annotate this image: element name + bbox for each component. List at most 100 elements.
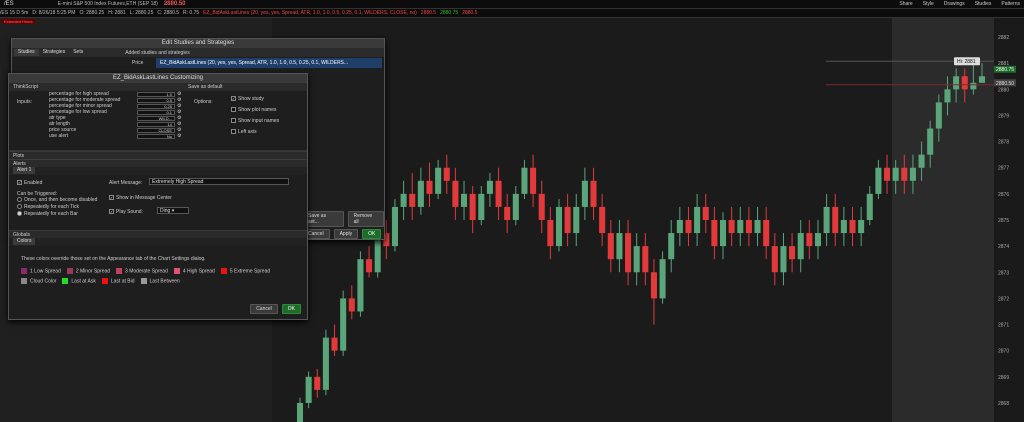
studies-button[interactable]: Studies xyxy=(975,1,992,7)
colors-tab[interactable]: Colors xyxy=(13,238,36,245)
alert-1-tab[interactable]: Alert 1 xyxy=(13,167,36,174)
candle-body xyxy=(789,246,796,260)
last-price-label: 2880.50 xyxy=(996,81,1014,87)
colors-note: These colors override those set on the A… xyxy=(21,256,206,262)
enabled-checkbox[interactable]: ✓ Enabled xyxy=(17,180,42,186)
candle-body xyxy=(443,167,450,181)
candle-body xyxy=(581,180,588,207)
play-sound-checkbox[interactable]: ✓ Play Sound: xyxy=(109,209,143,215)
remove-all-button[interactable]: Remove all xyxy=(347,211,384,227)
thinkscript-link[interactable]: ThinkScript xyxy=(13,84,38,90)
y-tick-label: 2880 xyxy=(998,87,1009,93)
swatch-label: 3 Moderate Spread xyxy=(125,268,168,275)
candle-body xyxy=(970,82,977,90)
color-swatch-item[interactable]: Last at Bid xyxy=(101,278,135,285)
plots-section[interactable]: Plots xyxy=(9,151,307,159)
candle-body xyxy=(417,180,424,207)
input-value-field[interactable]: 14 xyxy=(137,121,175,127)
save-as-default-link[interactable]: Save as default xyxy=(188,84,222,90)
input-value-field[interactable]: 1.0 xyxy=(137,91,175,97)
tab-sets[interactable]: Sets xyxy=(69,49,88,56)
alerts-section[interactable]: Alerts xyxy=(9,159,307,167)
candle-body xyxy=(555,206,563,247)
alert-message-input[interactable]: Extremely High Spread xyxy=(149,178,289,185)
input-name: use alert xyxy=(49,133,69,139)
candle-body xyxy=(305,376,312,403)
color-swatch-item[interactable]: Last at Ask xyxy=(62,278,96,285)
trigger-bar-radio[interactable]: Repeatedly for each Bar xyxy=(17,211,78,217)
candle-body xyxy=(875,167,882,194)
color-swatch xyxy=(173,268,180,274)
candle-body xyxy=(521,167,528,194)
candle-body xyxy=(737,220,744,234)
candle-body xyxy=(469,193,476,220)
color-swatch xyxy=(140,278,147,285)
y-tick-label: 2868 xyxy=(998,401,1009,407)
option-checkbox[interactable]: Show input names xyxy=(231,118,279,129)
swatch-label: 2 Minor Spread xyxy=(75,268,111,275)
price-label: Price xyxy=(132,60,144,66)
trigger-tick-radio[interactable]: Repeatedly for each Tick xyxy=(17,204,79,210)
input-value-field[interactable]: 0.1 xyxy=(137,109,175,115)
tab-strategies[interactable]: Strategies xyxy=(38,49,70,56)
candle-body xyxy=(832,206,839,234)
color-swatch-item[interactable]: 1 Low Spread xyxy=(21,268,61,274)
save-as-set-button[interactable]: Save as set... xyxy=(302,211,344,227)
color-swatch-item[interactable]: 4 High Spread xyxy=(173,268,215,275)
studies-ok-button[interactable]: OK xyxy=(362,229,382,239)
candle-body xyxy=(944,89,951,103)
color-swatch xyxy=(62,278,69,285)
color-swatch-item[interactable]: 2 Minor Spread xyxy=(66,268,111,275)
option-checkbox[interactable]: Show plot names xyxy=(231,107,279,118)
color-swatch xyxy=(220,268,227,274)
candle-body xyxy=(599,206,606,234)
color-swatch-item[interactable]: Cloud Color xyxy=(21,278,56,285)
globals-section[interactable]: Globals xyxy=(9,230,307,238)
color-swatch-item[interactable]: Last Between xyxy=(140,278,180,285)
share-button[interactable]: Share xyxy=(899,1,912,7)
swatch-label: 5 Extreme Spread xyxy=(229,268,271,275)
study-value-3: 2880.5 xyxy=(462,10,478,16)
option-checkbox[interactable]: Left axis xyxy=(231,129,279,140)
candle-body xyxy=(935,102,942,129)
candle-body xyxy=(849,220,856,234)
color-swatch-item[interactable]: 5 Extreme Spread xyxy=(220,268,271,275)
candle-body xyxy=(461,193,468,207)
drawings-button[interactable]: Drawings xyxy=(944,1,965,7)
candle-body xyxy=(694,206,701,234)
swatch-label: 4 High Spread xyxy=(182,268,215,275)
study-value-2: 2880.75 xyxy=(440,10,459,16)
show-message-center-checkbox[interactable]: ✓ Show in Message Center xyxy=(109,195,172,201)
candle-body xyxy=(590,180,597,207)
option-checkbox[interactable]: ✓ Show study xyxy=(231,96,279,107)
candle-body xyxy=(858,220,865,234)
candle-body xyxy=(538,193,545,220)
input-value-field[interactable]: 0.25 xyxy=(137,103,175,109)
customizing-ok-button[interactable]: OK xyxy=(281,304,301,314)
chart-symbol: /ES 15 D 5m xyxy=(0,10,29,16)
tab-studies[interactable]: Studies xyxy=(14,49,39,56)
input-value-field[interactable]: WILD... xyxy=(137,115,175,121)
candle-body xyxy=(625,233,632,273)
gear-icon[interactable]: ⚙ xyxy=(177,133,181,139)
patterns-button[interactable]: Patterns xyxy=(1001,1,1020,7)
input-value-field[interactable]: No xyxy=(137,133,175,139)
color-swatch xyxy=(101,278,108,285)
y-tick-label: 2874 xyxy=(998,244,1009,250)
color-swatch-item[interactable]: 3 Moderate Spread xyxy=(116,268,168,274)
candle-body xyxy=(918,154,925,168)
style-button[interactable]: Style xyxy=(923,1,934,7)
trigger-once-radio[interactable]: Once, and then become disabled xyxy=(17,197,97,203)
symbol-label[interactable]: /ES xyxy=(0,1,18,7)
candle-body xyxy=(780,246,787,273)
customizing-cancel-button[interactable]: Cancel xyxy=(250,304,278,314)
sound-select[interactable]: Ding ▾ xyxy=(157,207,189,214)
checkbox-icon xyxy=(231,107,236,113)
input-value-field[interactable]: 0.5 xyxy=(137,97,175,103)
candle-body xyxy=(823,206,830,234)
study-entry[interactable]: EZ_BidAskLastLines (20, yes, yes, Spread… xyxy=(156,58,382,68)
customizing-dialog: EZ_BidAskLastLines Customizing ThinkScri… xyxy=(8,73,308,320)
candle-body xyxy=(478,193,485,220)
studies-apply-button[interactable]: Apply xyxy=(333,229,359,239)
input-value-field[interactable]: CLOSE xyxy=(137,127,175,133)
